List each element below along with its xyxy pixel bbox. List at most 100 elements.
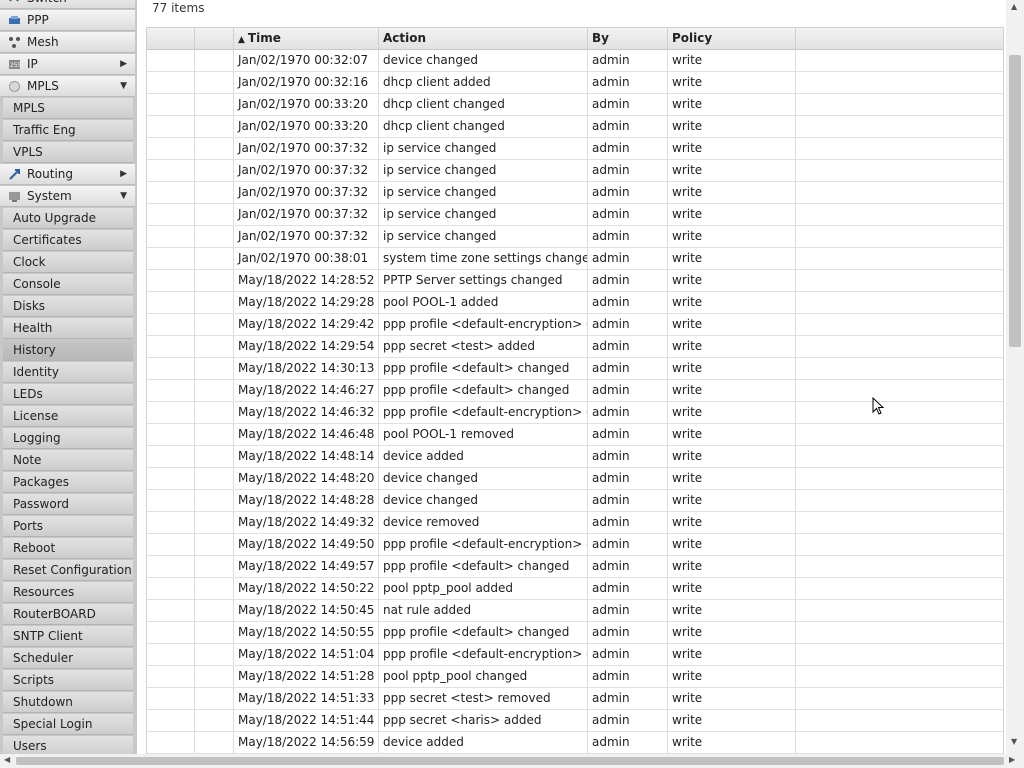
sidebar-item-label: Routing — [27, 167, 74, 181]
row-filler — [796, 402, 1003, 423]
table-row[interactable]: Jan/02/1970 00:37:32 ip service changed ad… — [147, 138, 1003, 160]
table-row[interactable]: May/18/2022 14:28:52 PPTP Server settings… — [147, 270, 1003, 292]
sidebar-item-routing[interactable]: Routing ▶ — [0, 164, 135, 185]
sidebar-item-ppp[interactable]: PPP — [0, 10, 135, 31]
row-by: admin — [588, 534, 668, 555]
sidebar-subitem-license[interactable]: License — [3, 406, 133, 427]
row-cell-blank — [195, 600, 234, 621]
row-time: May/18/2022 14:46:27 — [234, 380, 379, 401]
row-filler — [796, 732, 1003, 753]
row-time: May/18/2022 14:56:59 — [234, 732, 379, 753]
table-row[interactable]: May/18/2022 14:46:48 pool POOL-1 removed a… — [147, 424, 1003, 446]
table-row[interactable]: Jan/02/1970 00:33:20 dhcp client changed a… — [147, 94, 1003, 116]
table-row[interactable]: May/18/2022 14:56:59 device added admin wri… — [147, 732, 1003, 754]
sidebar-subitem-packages[interactable]: Packages — [3, 472, 133, 493]
sidebar-subitem-ports[interactable]: Ports — [3, 516, 133, 537]
sidebar-subitem-special-login[interactable]: Special Login — [3, 714, 133, 735]
row-time: May/18/2022 14:50:45 — [234, 600, 379, 621]
row-filler — [796, 248, 1003, 269]
table-row[interactable]: May/18/2022 14:49:50 ppp profile <default… — [147, 534, 1003, 556]
table-row[interactable]: Jan/02/1970 00:32:16 dhcp client added adm… — [147, 72, 1003, 94]
row-by: admin — [588, 226, 668, 247]
column-header-blank[interactable] — [147, 28, 195, 49]
horizontal-scrollbar[interactable]: ◀ ▶ — [0, 754, 1024, 768]
sidebar-subitem-history[interactable]: History — [3, 340, 133, 361]
sidebar-subitem-sntp-client[interactable]: SNTP Client — [3, 626, 133, 647]
mesh-icon — [8, 36, 21, 49]
sidebar-subitem-identity[interactable]: Identity — [3, 362, 133, 383]
table-row[interactable]: Jan/02/1970 00:33:20 dhcp client changed a… — [147, 116, 1003, 138]
sidebar-item-system[interactable]: System ▼ — [0, 186, 135, 207]
table-row[interactable]: May/18/2022 14:48:28 device changed admin w… — [147, 490, 1003, 512]
sidebar-subitem-reset-configuration[interactable]: Reset Configuration — [3, 560, 133, 581]
sidebar-subitem-disks[interactable]: Disks — [3, 296, 133, 317]
table-row[interactable]: May/18/2022 14:50:45 nat rule added admin w… — [147, 600, 1003, 622]
table-row[interactable]: May/18/2022 14:48:14 device added admin wri… — [147, 446, 1003, 468]
item-count: 77 items — [152, 1, 205, 15]
table-row[interactable]: Jan/02/1970 00:37:32 ip service changed ad… — [147, 160, 1003, 182]
row-cell-blank — [147, 578, 195, 599]
table-row[interactable]: May/18/2022 14:49:32 device removed admin w… — [147, 512, 1003, 534]
sidebar-subitem-certificates[interactable]: Certificates — [3, 230, 133, 251]
vertical-scroll-thumb[interactable] — [1009, 55, 1021, 347]
table-row[interactable]: May/18/2022 14:30:13 ppp profile <default… — [147, 358, 1003, 380]
sidebar-subitem-mpls[interactable]: MPLS — [3, 98, 133, 119]
scroll-right-icon[interactable]: ▶ — [1009, 755, 1015, 764]
column-header-by[interactable]: By — [588, 28, 668, 49]
table-row[interactable]: May/18/2022 14:48:20 device changed admin w… — [147, 468, 1003, 490]
table-row[interactable]: May/18/2022 14:49:57 ppp profile <default… — [147, 556, 1003, 578]
table-row[interactable]: Jan/02/1970 00:38:01 system time zone set… — [147, 248, 1003, 270]
sidebar-subitem-health[interactable]: Health — [3, 318, 133, 339]
horizontal-scroll-thumb[interactable] — [16, 757, 1004, 765]
sidebar-subitem-leds[interactable]: LEDs — [3, 384, 133, 405]
sidebar-subitem-console[interactable]: Console — [3, 274, 133, 295]
table-row[interactable]: Jan/02/1970 00:37:32 ip service changed ad… — [147, 182, 1003, 204]
table-row[interactable]: Jan/02/1970 00:32:07 device changed admin w… — [147, 50, 1003, 72]
table-row[interactable]: May/18/2022 14:50:22 pool pptp_pool added… — [147, 578, 1003, 600]
sidebar-subitem-password[interactable]: Password — [3, 494, 133, 515]
column-header-action[interactable]: Action — [379, 28, 588, 49]
sidebar-item-mpls[interactable]: MPLS ▼ — [0, 76, 135, 97]
sidebar-subitem-shutdown[interactable]: Shutdown — [3, 692, 133, 713]
column-header-time[interactable]: ▲ Time — [234, 28, 379, 49]
table-row[interactable]: May/18/2022 14:51:44 ppp secret <haris> a… — [147, 710, 1003, 732]
ip-icon: 255 — [8, 58, 21, 71]
sidebar-subitem-scripts[interactable]: Scripts — [3, 670, 133, 691]
chevron-down-icon: ▼ — [120, 191, 127, 201]
row-filler — [796, 138, 1003, 159]
table-row[interactable]: May/18/2022 14:51:04 ppp profile <default… — [147, 644, 1003, 666]
sidebar-subitem-resources[interactable]: Resources — [3, 582, 133, 603]
table-row[interactable]: May/18/2022 14:29:28 pool POOL-1 added adm… — [147, 292, 1003, 314]
row-time: Jan/02/1970 00:37:32 — [234, 160, 379, 181]
table-row[interactable]: May/18/2022 14:51:33 ppp secret <test> re… — [147, 688, 1003, 710]
column-header-policy[interactable]: Policy — [668, 28, 796, 49]
table-row[interactable]: Jan/02/1970 00:37:32 ip service changed ad… — [147, 204, 1003, 226]
sidebar-subitem-scheduler[interactable]: Scheduler — [3, 648, 133, 669]
sidebar-item-mesh[interactable]: Mesh — [0, 32, 135, 53]
sidebar-item-switch[interactable]: Switch — [0, 0, 135, 9]
sidebar-subitem-clock[interactable]: Clock — [3, 252, 133, 273]
sidebar-subitem-note[interactable]: Note — [3, 450, 133, 471]
scroll-left-icon[interactable]: ◀ — [4, 755, 10, 764]
table-row[interactable]: May/18/2022 14:29:54 ppp secret <test> ad… — [147, 336, 1003, 358]
sidebar-subitem-routerboard[interactable]: RouterBOARD — [3, 604, 133, 625]
scroll-down-icon[interactable]: ▼ — [1011, 737, 1017, 746]
row-time: May/18/2022 14:51:33 — [234, 688, 379, 709]
row-action: ppp profile <default-encryption> changed — [379, 644, 588, 665]
vertical-scrollbar[interactable]: ▲ ▼ — [1006, 0, 1024, 754]
sidebar-item-ip[interactable]: 255 IP ▶ — [0, 54, 135, 75]
table-row[interactable]: May/18/2022 14:51:28 pool pptp_pool chang… — [147, 666, 1003, 688]
table-row[interactable]: Jan/02/1970 00:37:32 ip service changed ad… — [147, 226, 1003, 248]
row-filler — [796, 358, 1003, 379]
scroll-up-icon[interactable]: ▲ — [1011, 2, 1017, 11]
sidebar-subitem-auto-upgrade[interactable]: Auto Upgrade — [3, 208, 133, 229]
sidebar-subitem-logging[interactable]: Logging — [3, 428, 133, 449]
sidebar-subitem-reboot[interactable]: Reboot — [3, 538, 133, 559]
row-cell-blank — [195, 512, 234, 533]
sidebar-subitem-traffic-eng[interactable]: Traffic Eng — [3, 120, 133, 141]
table-row[interactable]: May/18/2022 14:50:55 ppp profile <default… — [147, 622, 1003, 644]
sidebar-subitem-vpls[interactable]: VPLS — [3, 142, 133, 163]
table-row[interactable]: May/18/2022 14:29:42 ppp profile <default… — [147, 314, 1003, 336]
column-header-blank-2[interactable] — [195, 28, 234, 49]
row-cell-blank — [147, 600, 195, 621]
